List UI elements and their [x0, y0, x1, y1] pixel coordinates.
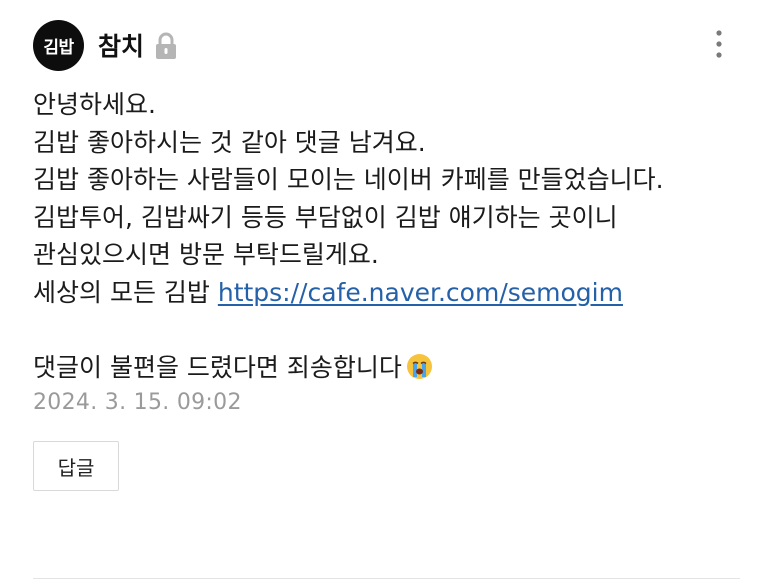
- comment-line: 안녕하세요.: [33, 90, 156, 119]
- comment-line: 관심있으시면 방문 부탁드릴게요.: [33, 240, 379, 269]
- closing-line: 댓글이 불편을 드렸다면 죄송합니다: [33, 349, 740, 387]
- comment-header: 김밥 참치: [33, 18, 740, 72]
- comment-timestamp: 2024. 3. 15. 09:02: [33, 390, 242, 415]
- author-name[interactable]: 참치: [98, 27, 144, 63]
- comment: 김밥 참치 안녕하세요. 김밥 좋아하시는 것 같아 댓글 남겨요. 김밥 좋아…: [33, 18, 740, 491]
- avatar[interactable]: 김밥: [33, 19, 84, 71]
- link-prefix: 세상의 모든 김밥: [33, 277, 218, 307]
- comment-line: 김밥 좋아하시는 것 같아 댓글 남겨요.: [33, 127, 426, 157]
- closing-text: 댓글이 불편을 드렸다면 죄송합니다: [33, 352, 402, 382]
- comment-line: 김밥 좋아하는 사람들이 모이는 네이버 카페를 만들었습니다.: [33, 165, 664, 194]
- divider: [33, 578, 740, 579]
- comment-line: 김밥투어, 김밥싸기 등등 부담없이 김밥 얘기하는 곳이니: [33, 202, 618, 232]
- vertical-dots-icon: [716, 30, 722, 58]
- cafe-link[interactable]: https://cafe.naver.com/semogim: [218, 278, 623, 307]
- reply-button[interactable]: 답글: [33, 441, 119, 491]
- comment-body: 안녕하세요. 김밥 좋아하시는 것 같아 댓글 남겨요. 김밥 좋아하는 사람들…: [33, 86, 740, 386]
- avatar-text: 김밥: [43, 37, 74, 58]
- crying-face-emoji-icon: [406, 353, 433, 380]
- more-options-button[interactable]: [712, 28, 726, 64]
- lock-icon: [154, 32, 178, 60]
- comment-link-line: 세상의 모든 김밥 https://cafe.naver.com/semogim: [33, 274, 740, 312]
